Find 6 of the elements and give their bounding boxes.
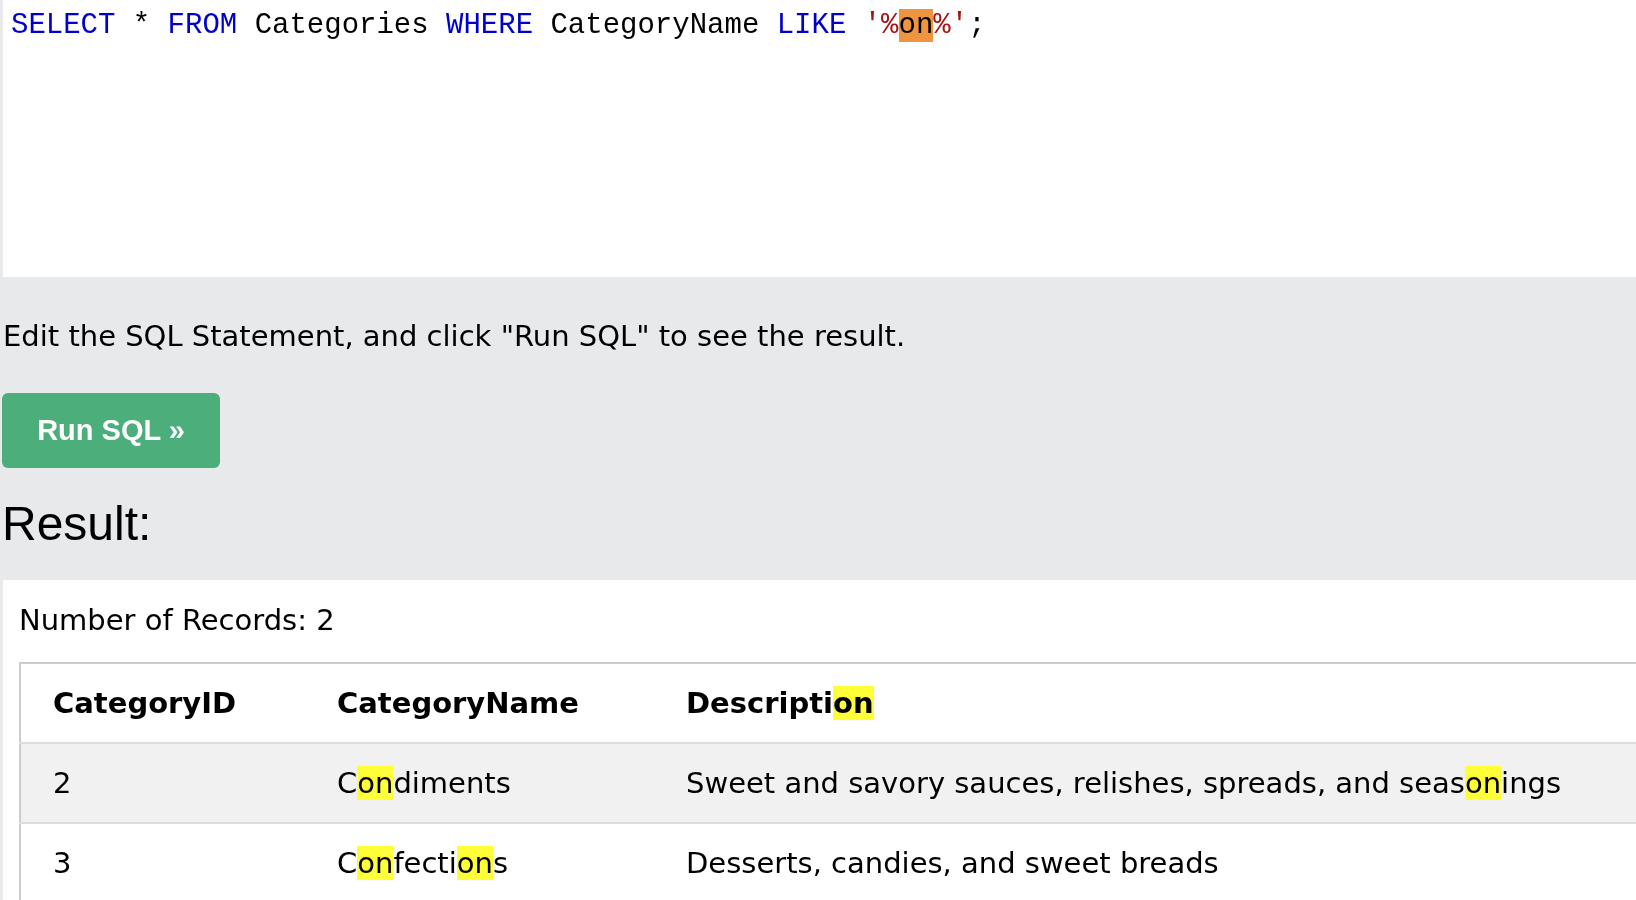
table-cell: Confections bbox=[305, 823, 654, 900]
table-cell: 3 bbox=[20, 823, 305, 900]
record-count: Number of Records: 2 bbox=[19, 602, 336, 638]
instruction-text: Edit the SQL Statement, and click "Run SQL" to see the result. bbox=[3, 318, 907, 354]
result-heading: Result: bbox=[2, 496, 153, 552]
table-cell: Desserts, candies, and sweet breads bbox=[654, 823, 1636, 900]
